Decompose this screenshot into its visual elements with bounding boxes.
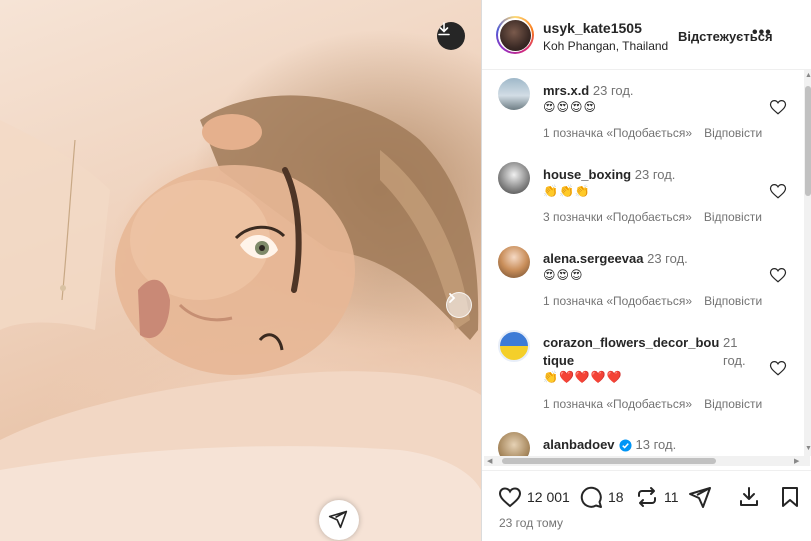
comment-username[interactable]: mrs.x.d — [543, 83, 589, 98]
comment-text: 😍😍😍😍 — [543, 100, 598, 114]
comment-time: 21 год. — [723, 335, 746, 368]
post-timestamp: 23 год тому — [499, 516, 563, 530]
post-header: usyk_kate1505 Koh Phangan, Thailand Відс… — [482, 0, 811, 70]
heart-icon[interactable] — [769, 266, 787, 284]
comment-username[interactable]: house_boxing — [543, 167, 631, 182]
heart-icon[interactable] — [769, 359, 787, 377]
comment-likes[interactable]: 1 позначка «Подобається» — [543, 294, 692, 308]
next-photo-button[interactable] — [446, 292, 472, 318]
download-icon — [438, 22, 450, 36]
comment-count[interactable]: 18 — [608, 489, 624, 505]
commenter-avatar[interactable] — [498, 246, 530, 278]
download-action[interactable] — [737, 485, 766, 509]
vertical-scrollbar[interactable]: ▲ ▼ — [804, 70, 811, 456]
comment-text: 👏❤️❤️❤️❤️ — [543, 370, 623, 384]
send-icon — [328, 510, 348, 529]
post-actions-bar: 12 001 18 11 23 год тому — [482, 470, 811, 541]
comment-time: 23 год. — [647, 251, 688, 266]
comment-time: 23 год. — [592, 83, 634, 98]
commenter-avatar[interactable] — [498, 78, 530, 110]
save-action[interactable] — [778, 485, 807, 509]
comment-likes[interactable]: 1 позначка «Подобається» — [543, 397, 692, 411]
author-username[interactable]: usyk_kate1505 — [543, 20, 642, 36]
chevron-right-icon — [449, 293, 456, 303]
save-download-icon[interactable] — [737, 485, 761, 509]
heart-icon[interactable] — [769, 98, 787, 116]
photo-illustration — [0, 95, 481, 541]
post-photo[interactable] — [0, 0, 481, 541]
save-icon[interactable] — [778, 485, 802, 509]
repost-action[interactable]: 11 — [635, 485, 679, 509]
reply-button[interactable]: Відповісти — [704, 397, 762, 411]
horizontal-scroll-thumb[interactable] — [502, 458, 716, 464]
repost-icon[interactable] — [635, 485, 659, 509]
share-icon[interactable] — [688, 485, 712, 509]
vertical-scroll-thumb[interactable] — [805, 86, 811, 196]
comment-username[interactable]: alena.sergeevaa — [543, 251, 643, 266]
comment-time: 23 год. — [634, 167, 676, 182]
repost-count[interactable]: 11 — [664, 489, 679, 505]
commenter-avatar[interactable] — [498, 330, 530, 362]
reply-button[interactable]: Відповісти — [704, 294, 762, 308]
comment-likes[interactable]: 1 позначка «Подобається» — [543, 126, 692, 140]
comment-username[interactable]: corazon_flowers_decor_bou tique — [543, 335, 719, 368]
comment-username[interactable]: alanbadoev — [543, 436, 615, 454]
messages-bubble[interactable] — [319, 500, 359, 540]
verified-icon — [618, 438, 632, 452]
more-options-button[interactable]: ••• — [752, 24, 772, 42]
post-location[interactable]: Koh Phangan, Thailand — [543, 39, 668, 53]
reply-button[interactable]: Відповісти — [704, 210, 762, 224]
comment-text: 😍😍😍 — [543, 268, 584, 282]
heart-icon[interactable] — [769, 182, 787, 200]
comment-time: 13 год. — [635, 437, 677, 452]
comment-text: 👏👏👏 — [543, 184, 591, 198]
share-action[interactable] — [688, 485, 717, 509]
comment-likes[interactable]: 3 позначки «Подобається» — [543, 210, 692, 224]
comment-icon[interactable] — [579, 485, 603, 509]
like-count[interactable]: 12 001 — [527, 489, 570, 505]
post-side-panel: usyk_kate1505 Koh Phangan, Thailand Відс… — [481, 0, 811, 541]
horizontal-scrollbar[interactable]: ◀ ▶ — [484, 456, 810, 466]
like-action[interactable]: 12 001 — [498, 485, 570, 509]
comments-list[interactable]: mrs.x.d 23 год. 😍😍😍😍 1 позначка «Подобає… — [482, 70, 811, 456]
heart-icon[interactable] — [498, 485, 522, 509]
author-avatar[interactable] — [496, 16, 534, 54]
reply-button[interactable]: Відповісти — [704, 126, 762, 140]
commenter-avatar[interactable] — [498, 162, 530, 194]
download-button[interactable] — [437, 22, 465, 50]
commenter-avatar[interactable] — [498, 432, 530, 456]
comment-action[interactable]: 18 — [579, 485, 624, 509]
